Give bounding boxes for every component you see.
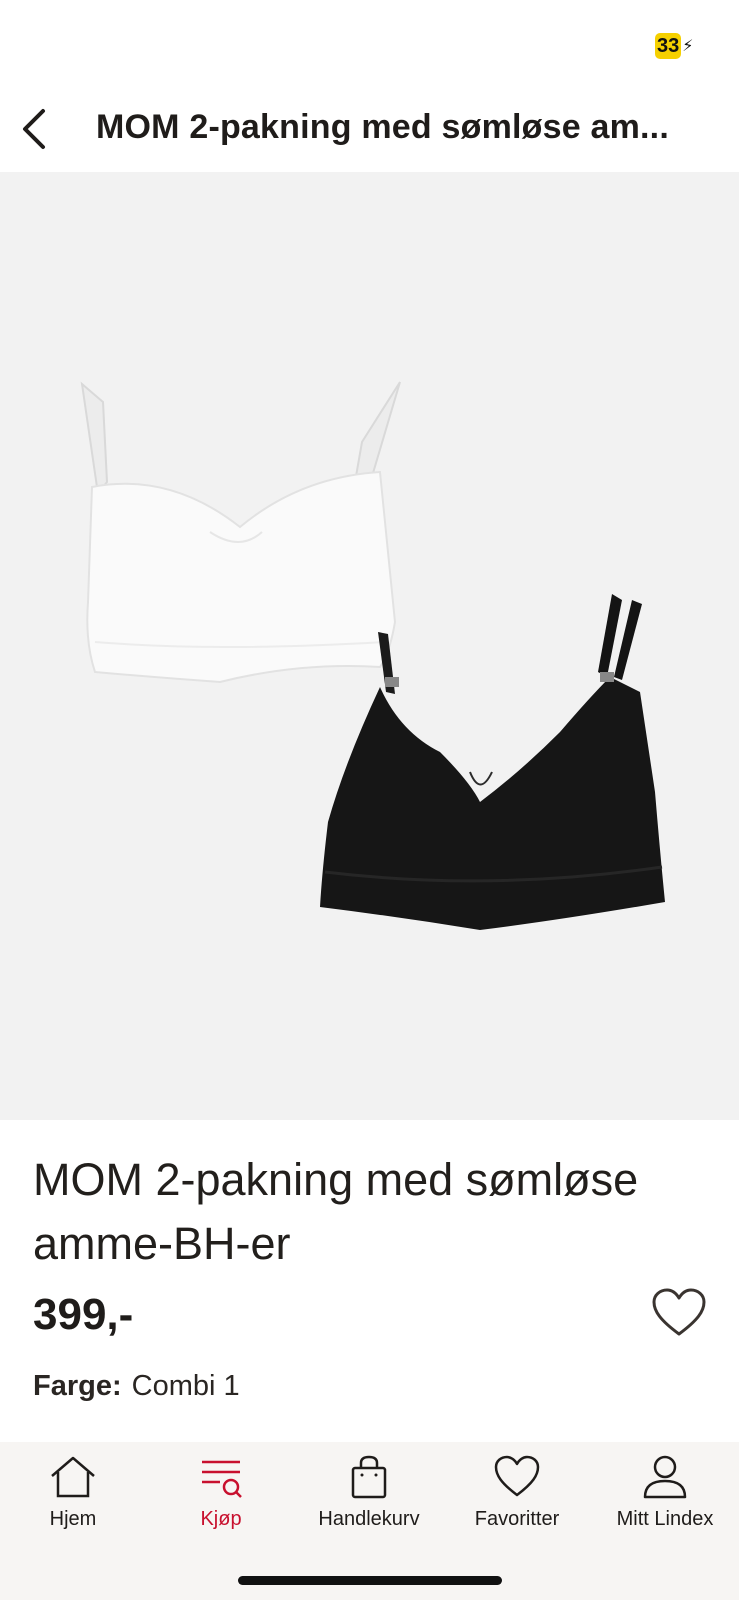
nav-label-account: Mitt Lindex <box>616 1508 714 1530</box>
back-button[interactable] <box>10 104 60 154</box>
nav-item-home[interactable]: Hjem <box>3 1454 143 1554</box>
color-value: Combi 1 <box>131 1370 240 1402</box>
nav-label-home: Hjem <box>49 1508 97 1530</box>
nav-label-cart: Handlekurv <box>318 1508 420 1530</box>
battery-level: 33 <box>655 33 682 59</box>
heart-icon <box>494 1455 540 1497</box>
white-bra-image <box>80 381 401 684</box>
add-to-favorites-button[interactable] <box>650 1287 708 1339</box>
nav-item-favorites[interactable]: Favoritter <box>447 1454 587 1554</box>
nav-label-favorites: Favoritter <box>474 1508 560 1530</box>
color-label: Farge: <box>33 1370 122 1402</box>
home-icon <box>51 1456 95 1498</box>
page-header: MOM 2-pakning med sømløse am... <box>0 90 739 172</box>
shop-search-icon <box>202 1460 242 1498</box>
page-title: MOM 2-pakning med sømløse am... <box>96 108 669 146</box>
heart-outline-icon <box>652 1288 706 1336</box>
battery-indicator: 33 ⚡ <box>655 33 693 59</box>
color-selector-row: Farge: Combi 1 <box>33 1370 240 1403</box>
status-bar: 33 ⚡ <box>0 0 739 90</box>
product-image-gallery[interactable] <box>0 172 739 1120</box>
home-indicator <box>238 1576 502 1585</box>
nav-item-shop[interactable]: Kjøp <box>151 1454 291 1554</box>
shopping-bag-icon <box>351 1455 387 1499</box>
product-price: 399,- <box>33 1290 134 1339</box>
user-icon <box>643 1455 687 1499</box>
product-name: MOM 2-pakning med sømløse amme-BH-er <box>33 1154 639 1269</box>
nav-label-shop: Kjøp <box>200 1508 242 1530</box>
product-image[interactable] <box>0 172 739 1120</box>
nav-item-cart[interactable]: Handlekurv <box>299 1454 439 1554</box>
bolt-icon: ⚡ <box>682 38 694 55</box>
nav-item-account[interactable]: Mitt Lindex <box>595 1454 735 1554</box>
chevron-left-icon <box>23 109 45 149</box>
